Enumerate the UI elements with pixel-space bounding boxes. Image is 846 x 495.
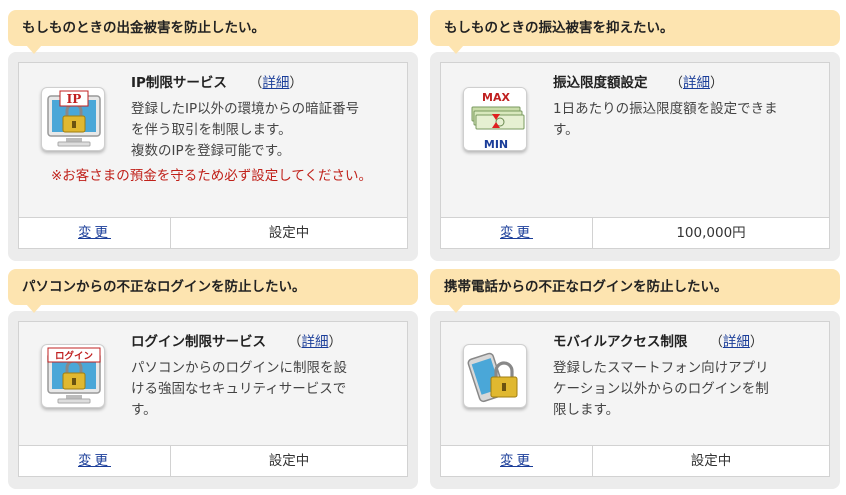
max-min-money-icon: MAX MIN (463, 87, 527, 151)
detail-paren-close: ） (328, 334, 343, 350)
warning-text: ※お客さまの預金を守るため必ず設定してください。 (51, 168, 373, 184)
section-panel: ログイン ログイン制限サービス （詳細） パソコンからのログインに制限を設 ける強… (8, 311, 418, 489)
change-cell: 変更 (441, 218, 593, 248)
change-cell: 変更 (19, 218, 171, 248)
card-content: IP IP制限サービス （詳細） 登録したIP以外の環境からの暗証番号 を伴う取引… (19, 63, 407, 217)
status-value: 設定中 (268, 225, 310, 241)
service-description: 1日あたりの振込限度額を設定できま す。 (553, 99, 817, 141)
detail-paren-close: ） (749, 334, 764, 350)
service-card-login: ログイン ログイン制限サービス （詳細） パソコンからのログインに制限を設 ける強… (18, 321, 408, 477)
detail-paren-close: ） (710, 75, 724, 91)
description-line: 1日あたりの振込限度額を設定できま (553, 101, 778, 117)
change-link[interactable]: 変更 (78, 453, 111, 469)
service-card-ip: IP IP制限サービス （詳細） 登録したIP以外の環境からの暗証番号 を伴う取引… (18, 62, 408, 249)
service-description: 登録したスマートフォン向けアプリ ケーション以外からのログインを制 限します。 (553, 358, 817, 421)
section-heading: 携帯電話からの不正なログインを防止したい。 (430, 269, 840, 313)
status-value: 設定中 (268, 453, 310, 469)
description-line: 複数のIPを登録可能です。 (131, 143, 291, 159)
description-line: ける強固なセキュリティサービスで (131, 381, 347, 397)
section-heading: もしものときの出金被害を防止したい。 (8, 10, 418, 54)
card-actions: 変更 100,000円 (441, 217, 829, 248)
card-actions: 変更 設定中 (441, 445, 829, 476)
detail-link[interactable]: 詳細 (683, 75, 710, 91)
description-line: を伴う取引を制限します。 (131, 122, 292, 138)
description-line: 限します。 (553, 402, 620, 418)
detail-wrapper: （詳細） (670, 75, 724, 91)
card-info: モバイルアクセス制限 （詳細） 登録したスマートフォン向けアプリ ケーション以外か… (553, 330, 817, 421)
status-value: 100,000円 (676, 225, 746, 241)
card-content: MAX MIN 振込限度額設定 （詳細） 1日あたりの振込限度額を設定できま す… (441, 63, 829, 217)
description-line: す。 (131, 402, 157, 418)
status-value: 設定中 (690, 453, 732, 469)
detail-paren-open: （ (248, 75, 263, 91)
card-info: ログイン制限サービス （詳細） パソコンからのログインに制限を設 ける強固なセキュ… (131, 330, 395, 421)
detail-link[interactable]: 詳細 (262, 75, 289, 91)
change-link[interactable]: 変更 (78, 225, 111, 241)
max-label: MAX (482, 91, 510, 104)
detail-link[interactable]: 詳細 (302, 334, 329, 350)
detail-paren-open: （ (669, 75, 684, 91)
section-login-restriction: パソコンからの不正なログインを防止したい。 ログイン ログイン制限サービス （詳… (8, 269, 418, 489)
change-cell: 変更 (19, 446, 171, 476)
min-label: MIN (484, 138, 508, 151)
detail-paren-open: （ (709, 334, 723, 350)
title-row: ログイン制限サービス （詳細） (131, 332, 395, 352)
section-heading: パソコンからの不正なログインを防止したい。 (8, 269, 418, 313)
description-line: す。 (553, 122, 579, 138)
description-line: ケーション以外からのログインを制 (553, 381, 769, 397)
section-panel: MAX MIN 振込限度額設定 （詳細） 1日あたりの振込限度額を設定できま す… (430, 52, 840, 261)
card-info: 振込限度額設定 （詳細） 1日あたりの振込限度額を設定できま す。 (553, 71, 817, 141)
detail-wrapper: （詳細） (709, 334, 763, 350)
service-title: IP制限サービス (131, 75, 227, 91)
login-icon-label: ログイン (55, 350, 93, 362)
detail-link[interactable]: 詳細 (723, 334, 750, 350)
section-transfer-limit: もしものときの振込被害を抑えたい。 MAX MIN 振込限度額設定 （詳細） 1… (430, 10, 840, 261)
service-description: 登録したIP以外の環境からの暗証番号 を伴う取引を制限します。 複数のIPを登録… (131, 99, 395, 162)
section-panel: IP IP制限サービス （詳細） 登録したIP以外の環境からの暗証番号 を伴う取引… (8, 52, 418, 261)
section-ip-restriction: もしものときの出金被害を防止したい。 IP IP制限サービス （詳細） 登録した… (8, 10, 418, 261)
detail-wrapper: （詳細） (288, 334, 342, 350)
change-link[interactable]: 変更 (500, 453, 533, 469)
card-actions: 変更 設定中 (19, 445, 407, 476)
mobile-lock-icon (463, 344, 527, 408)
change-link[interactable]: 変更 (500, 225, 533, 241)
section-mobile-access: 携帯電話からの不正なログインを防止したい。 モバイルアクセス制限 （詳細） 登録… (430, 269, 840, 489)
ip-icon-label: IP (67, 92, 82, 106)
detail-wrapper: （詳細） (249, 75, 303, 91)
title-row: モバイルアクセス制限 （詳細） (553, 332, 817, 352)
card-content: モバイルアクセス制限 （詳細） 登録したスマートフォン向けアプリ ケーション以外か… (441, 322, 829, 445)
description-line: 登録したスマートフォン向けアプリ (553, 360, 769, 376)
detail-paren-close: ） (289, 75, 303, 91)
detail-paren-open: （ (288, 334, 302, 350)
card-info: IP制限サービス （詳細） 登録したIP以外の環境からの暗証番号 を伴う取引を制限… (131, 71, 395, 162)
service-title: ログイン制限サービス (131, 334, 266, 350)
ip-lock-icon: IP (41, 87, 105, 151)
card-actions: 変更 設定中 (19, 217, 407, 248)
login-lock-icon: ログイン (41, 344, 105, 408)
service-title: モバイルアクセス制限 (553, 334, 688, 350)
card-content: ログイン ログイン制限サービス （詳細） パソコンからのログインに制限を設 ける強… (19, 322, 407, 445)
description-line: パソコンからのログインに制限を設 (131, 360, 347, 376)
service-card-mobile: モバイルアクセス制限 （詳細） 登録したスマートフォン向けアプリ ケーション以外か… (440, 321, 830, 477)
title-row: 振込限度額設定 （詳細） (553, 73, 817, 93)
service-card-transfer-limit: MAX MIN 振込限度額設定 （詳細） 1日あたりの振込限度額を設定できま す… (440, 62, 830, 249)
service-title: 振込限度額設定 (553, 75, 648, 91)
section-heading: もしものときの振込被害を抑えたい。 (430, 10, 840, 54)
title-row: IP制限サービス （詳細） (131, 73, 395, 93)
description-line: 登録したIP以外の環境からの暗証番号 (131, 101, 360, 117)
change-cell: 変更 (441, 446, 593, 476)
service-description: パソコンからのログインに制限を設 ける強固なセキュリティサービスで す。 (131, 358, 395, 421)
section-panel: モバイルアクセス制限 （詳細） 登録したスマートフォン向けアプリ ケーション以外か… (430, 311, 840, 489)
